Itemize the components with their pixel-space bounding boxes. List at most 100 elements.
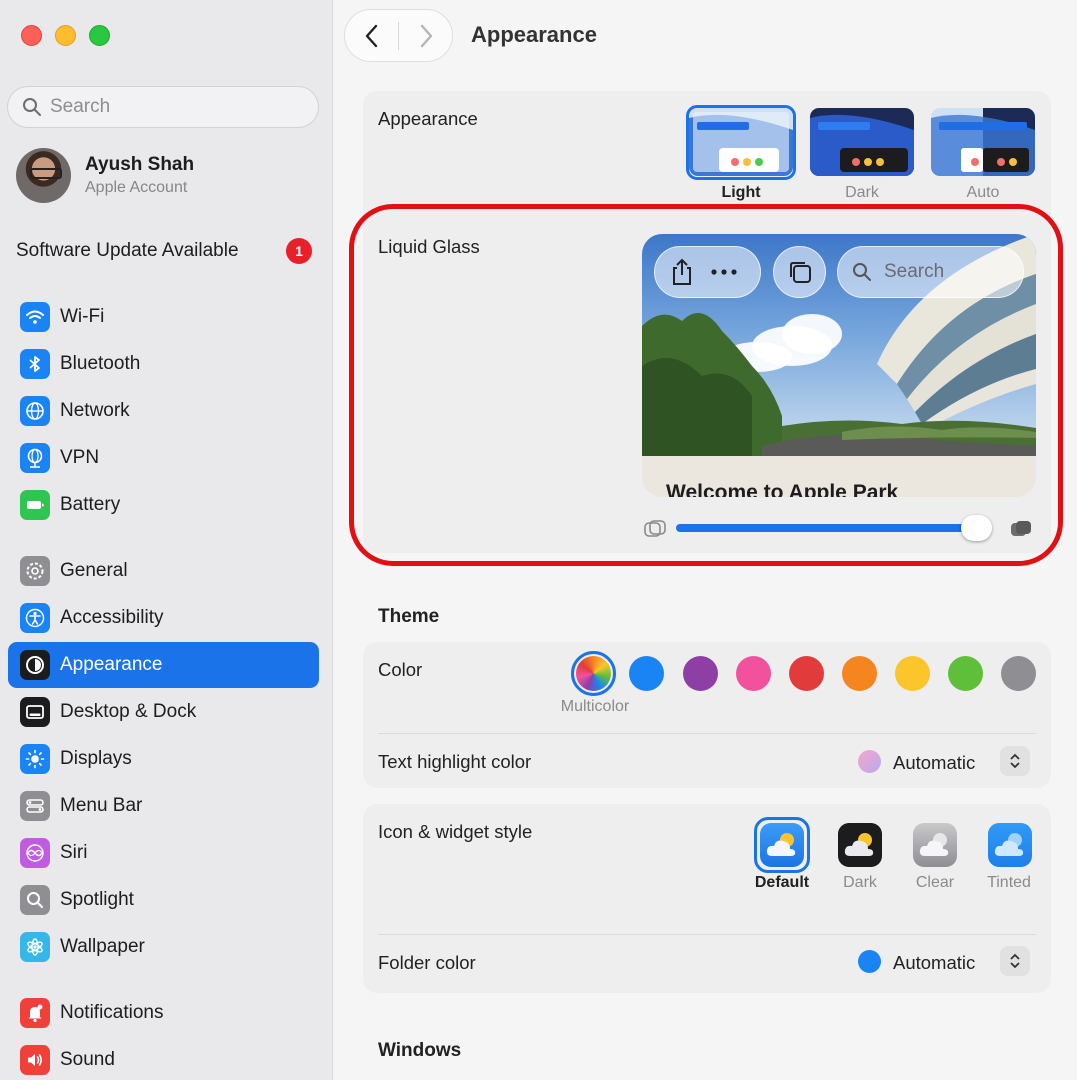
sidebar-item-label: Notifications xyxy=(60,1002,164,1023)
page-title: Appearance xyxy=(471,22,597,47)
weather-icon xyxy=(766,833,796,856)
icon-widget-label: Icon & widget style xyxy=(378,821,533,842)
icon-style-default[interactable] xyxy=(760,823,804,867)
sidebar-item-siri[interactable]: Siri xyxy=(8,830,319,876)
tabs-icon xyxy=(789,262,811,283)
preview-search-field: Search xyxy=(837,246,1024,298)
accent-color-green[interactable] xyxy=(948,656,983,691)
search-icon xyxy=(853,263,871,281)
sidebar-item-general[interactable]: General xyxy=(8,548,319,594)
sidebar: Ayush Shah Apple Account Software Update… xyxy=(0,0,333,1080)
accent-color-multicolor[interactable] xyxy=(576,656,611,691)
sidebar-item-menu-bar[interactable]: Menu Bar xyxy=(8,783,319,829)
close-window-button[interactable] xyxy=(21,25,42,46)
appearance-option-label-auto: Auto xyxy=(966,184,1000,201)
liquid-glass-slider-knob[interactable] xyxy=(961,515,993,541)
sidebar-item-label: Menu Bar xyxy=(60,795,143,816)
sidebar-item-label: General xyxy=(60,560,128,581)
icon-style-label-clear: Clear xyxy=(915,874,955,891)
wifi-icon xyxy=(20,302,50,332)
accent-color-purple[interactable] xyxy=(683,656,718,691)
text-highlight-popup-button[interactable] xyxy=(1000,746,1030,776)
windows-heading: Windows xyxy=(378,1040,462,1061)
menubar-icon xyxy=(20,791,50,821)
sun-icon xyxy=(20,744,50,774)
zoom-window-button[interactable] xyxy=(89,25,110,46)
chevron-updown-icon xyxy=(1010,753,1020,769)
sidebar-item-displays[interactable]: Displays xyxy=(8,736,319,782)
accent-color-red[interactable] xyxy=(789,656,824,691)
liquid-glass-preview: Search Welcome to Apple Park xyxy=(642,234,1036,497)
sidebar-item-label: Appearance xyxy=(60,654,163,675)
sidebar-item-label: Sound xyxy=(60,1049,115,1070)
icon-style-tinted[interactable] xyxy=(988,823,1032,867)
globe-icon xyxy=(20,396,50,426)
glass-clear-icon xyxy=(644,520,666,537)
appearance-option-label-light: Light xyxy=(721,184,761,201)
sidebar-item-label: Desktop & Dock xyxy=(60,701,197,722)
folder-color-swatch xyxy=(858,950,881,973)
folder-color-label: Folder color xyxy=(378,952,476,973)
forward-button[interactable] xyxy=(399,9,452,62)
color-label: Color xyxy=(378,659,423,680)
sidebar-item-desktop-dock[interactable]: Desktop & Dock xyxy=(8,689,319,735)
accent-color-yellow[interactable] xyxy=(895,656,930,691)
sidebar-item-label: Accessibility xyxy=(60,607,164,628)
appearance-option-dark[interactable] xyxy=(810,108,914,176)
dock-icon xyxy=(20,697,50,727)
icon-style-label-dark: Dark xyxy=(843,874,877,891)
accent-color-blue[interactable] xyxy=(629,656,664,691)
sidebar-item-label: Displays xyxy=(60,748,132,769)
icon-style-label-tinted: Tinted xyxy=(987,874,1031,891)
icon-style-dark[interactable] xyxy=(838,823,882,867)
main-pane: Appearance Appearance Light Dark Auto Li… xyxy=(333,0,1077,1080)
software-update-row[interactable]: Software Update Available 1 xyxy=(16,238,312,264)
sidebar-item-sound[interactable]: Sound xyxy=(8,1037,319,1080)
liquid-glass-label: Liquid Glass xyxy=(378,236,480,257)
bell-icon xyxy=(20,998,50,1028)
more-icon xyxy=(711,269,737,275)
text-highlight-value[interactable]: Automatic xyxy=(893,752,975,774)
chevron-right-icon xyxy=(420,24,432,47)
accent-color-orange[interactable] xyxy=(842,656,877,691)
minimize-window-button[interactable] xyxy=(55,25,76,46)
chevron-updown-icon xyxy=(1010,953,1020,969)
sidebar-item-vpn[interactable]: VPN xyxy=(8,435,319,481)
search-input[interactable] xyxy=(50,96,300,118)
preview-toolbar-share-more xyxy=(654,246,761,298)
account-subtitle: Apple Account xyxy=(85,179,188,196)
sidebar-item-wi-fi[interactable]: Wi-Fi xyxy=(8,294,319,340)
appearance-option-light[interactable] xyxy=(689,108,793,176)
accent-color-pink[interactable] xyxy=(736,656,771,691)
icon-style-clear[interactable] xyxy=(913,823,957,867)
folder-color-popup-button[interactable] xyxy=(1000,946,1030,976)
highlight-color-swatch xyxy=(858,750,881,773)
sidebar-item-notifications[interactable]: Notifications xyxy=(8,990,319,1036)
sidebar-item-label: Bluetooth xyxy=(60,353,141,374)
sidebar-item-label: Network xyxy=(60,400,130,421)
weather-icon xyxy=(844,833,874,856)
account-name: Ayush Shah xyxy=(85,154,195,175)
appearance-option-auto[interactable] xyxy=(931,108,1035,176)
sidebar-item-network[interactable]: Network xyxy=(8,388,319,434)
back-button[interactable] xyxy=(345,9,398,62)
liquid-glass-slider-track[interactable] xyxy=(676,524,986,532)
chevron-left-icon xyxy=(365,24,377,47)
sidebar-item-appearance[interactable]: Appearance xyxy=(8,642,319,688)
preview-toolbar-tabs xyxy=(773,246,826,298)
icon-style-label-default: Default xyxy=(754,874,810,891)
sidebar-item-spotlight[interactable]: Spotlight xyxy=(8,877,319,923)
sidebar-item-battery[interactable]: Battery xyxy=(8,482,319,528)
sidebar-search[interactable] xyxy=(7,86,319,128)
accessibility-icon xyxy=(20,603,50,633)
folder-color-value[interactable]: Automatic xyxy=(893,952,975,974)
accent-color-graphite[interactable] xyxy=(1001,656,1036,691)
sidebar-item-label: Wi-Fi xyxy=(60,306,105,327)
flower-icon xyxy=(20,932,50,962)
share-icon xyxy=(673,258,691,285)
account-row[interactable]: Ayush Shah Apple Account xyxy=(16,148,194,203)
sidebar-item-wallpaper[interactable]: Wallpaper xyxy=(8,924,319,970)
window-controls xyxy=(21,25,110,46)
sidebar-item-bluetooth[interactable]: Bluetooth xyxy=(8,341,319,387)
sidebar-item-accessibility[interactable]: Accessibility xyxy=(8,595,319,641)
